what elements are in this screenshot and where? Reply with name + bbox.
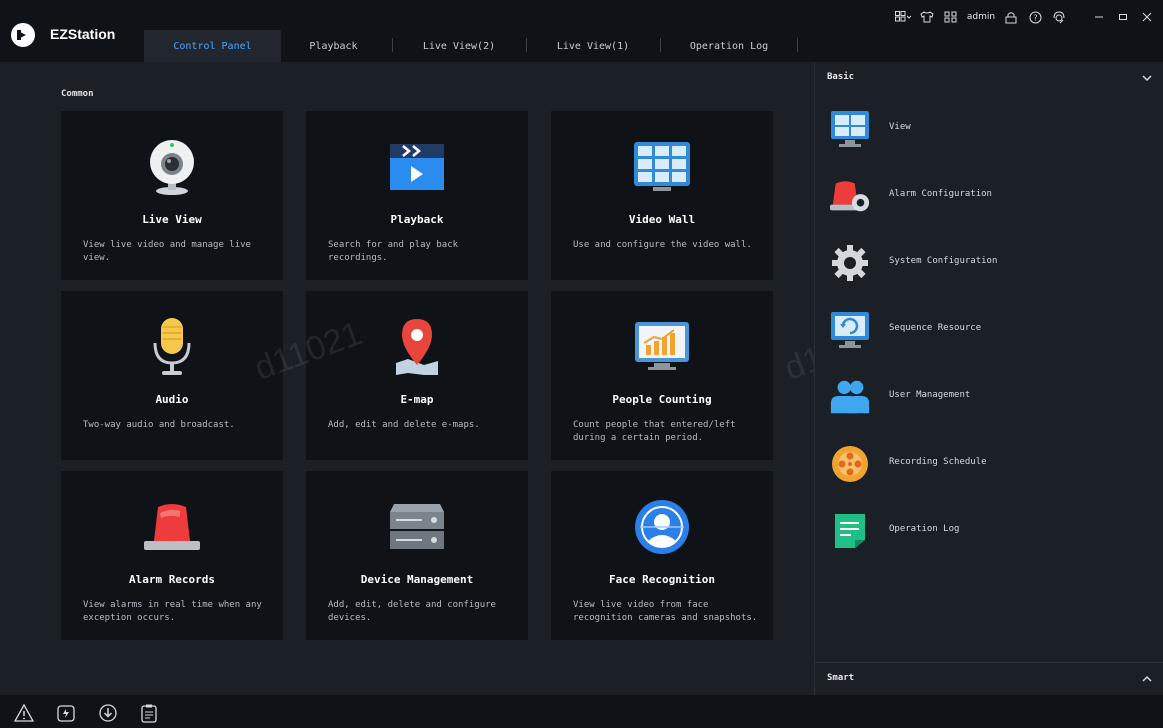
chevron-down-icon[interactable] (1141, 72, 1153, 84)
basic-item-view[interactable]: View (815, 100, 1163, 156)
chart-monitor-icon (551, 317, 773, 377)
users-icon (829, 376, 871, 418)
minimize-icon[interactable] (1091, 9, 1107, 25)
tab-playback[interactable]: Playback (281, 30, 386, 62)
view-monitor-icon (829, 108, 871, 150)
card-audio[interactable]: Audio Two-way audio and broadcast. (61, 291, 283, 460)
tab-control-panel[interactable]: Control Panel (144, 30, 281, 62)
basic-item-label: Alarm Configuration (889, 189, 992, 199)
smart-section-title: Smart (827, 673, 855, 683)
app-name: EZStation (50, 26, 116, 42)
card-face-recognition[interactable]: Face Recognition View live video from fa… (551, 471, 773, 640)
card-description: Count people that entered/left during a … (573, 420, 736, 443)
card-title: Device Management (360, 573, 474, 586)
alarm-light-icon (61, 497, 283, 557)
warning-icon[interactable] (14, 703, 34, 723)
card-live-view[interactable]: Live View View live video and manage liv… (61, 111, 283, 280)
close-icon[interactable] (1139, 9, 1155, 25)
tab-operation-log[interactable]: Operation Log (661, 30, 797, 62)
tab-divider (797, 38, 798, 52)
sequence-icon (829, 309, 871, 351)
card-title: Playback (390, 213, 444, 226)
card-title: People Counting (612, 393, 712, 406)
basic-item-system-configuration[interactable]: System Configuration (815, 234, 1163, 290)
card-video-wall[interactable]: Video Wall Use and configure the video w… (551, 111, 773, 280)
title-bar: EZStation Control Panel Playback Live Vi… (0, 0, 1163, 62)
status-bar (0, 695, 1163, 728)
basic-item-label: User Management (889, 390, 971, 400)
common-section-title: Common (61, 89, 94, 99)
card-description: Add, edit, delete and configure devices. (328, 600, 496, 623)
card-description: Two-way audio and broadcast. (83, 420, 235, 430)
control-panel: Common Live View View live video and man… (8, 62, 897, 695)
alarm-config-icon (829, 175, 871, 217)
server-icon (306, 497, 528, 557)
webcam-icon (61, 137, 283, 197)
basic-item-operation-log[interactable]: Operation Log (815, 502, 1163, 558)
basic-item-sequence-resource[interactable]: Sequence Resource (815, 301, 1163, 357)
card-title: Alarm Records (128, 573, 216, 586)
basic-item-label: View (889, 122, 911, 132)
tab-live-view-1[interactable]: Live View(1) (527, 30, 659, 62)
ezstation-logo-icon (11, 23, 35, 47)
user-label[interactable]: admin (967, 9, 995, 25)
video-wall-icon (551, 137, 773, 197)
basic-item-label: Sequence Resource (889, 323, 982, 333)
basic-item-alarm-configuration[interactable]: Alarm Configuration (815, 167, 1163, 223)
basic-item-label: Recording Schedule (889, 457, 987, 467)
card-description: Use and configure the video wall. (573, 240, 752, 250)
card-description: Search for and play back recordings. (328, 240, 459, 263)
support-icon[interactable] (1051, 9, 1067, 25)
layout-icon[interactable] (895, 9, 911, 25)
skin-icon[interactable] (919, 9, 935, 25)
card-title: Live View (142, 213, 202, 226)
grid-icon[interactable] (943, 9, 959, 25)
basic-item-recording-schedule[interactable]: Recording Schedule (815, 435, 1163, 491)
face-icon (551, 497, 773, 557)
help-icon[interactable]: ? (1027, 9, 1043, 25)
gear-icon (829, 242, 871, 284)
card-device-management[interactable]: Device Management Add, edit, delete and … (306, 471, 528, 640)
film-reel-icon (829, 443, 871, 485)
card-title: Audio (155, 393, 189, 406)
map-pin-icon (306, 317, 528, 377)
card-description: Add, edit and delete e-maps. (328, 420, 480, 430)
basic-section-title: Basic (827, 72, 855, 82)
maximize-icon[interactable] (1115, 9, 1131, 25)
card-description: View alarms in real time when any except… (83, 600, 262, 623)
basic-item-user-management[interactable]: User Management (815, 368, 1163, 424)
card-description: View live video from face recognition ca… (573, 600, 758, 623)
download-icon[interactable] (98, 703, 118, 723)
card-description: View live video and manage live view. (83, 240, 251, 263)
basic-item-label: Operation Log (889, 524, 960, 534)
document-icon (829, 510, 871, 552)
clipboard-icon[interactable] (139, 703, 159, 723)
playback-icon (306, 137, 528, 197)
upgrade-icon[interactable] (56, 703, 76, 723)
lock-icon[interactable] (1003, 9, 1019, 25)
chevron-up-icon[interactable] (1141, 673, 1153, 685)
card-e-map[interactable]: E-map Add, edit and delete e-maps. (306, 291, 528, 460)
card-title: Face Recognition (609, 573, 715, 586)
right-panel: Basic View Alarm Configuration System Co… (814, 62, 1163, 695)
tab-live-view-2[interactable]: Live View(2) (393, 30, 525, 62)
svg-text:?: ? (1033, 13, 1037, 22)
card-playback[interactable]: Playback Search for and play back record… (306, 111, 528, 280)
basic-item-label: System Configuration (889, 256, 998, 266)
microphone-icon (61, 317, 283, 377)
window-controls: admin ? (895, 8, 1155, 26)
card-people-counting[interactable]: People Counting Count people that entere… (551, 291, 773, 460)
divider (815, 662, 1163, 663)
card-title: Video Wall (628, 213, 696, 226)
card-alarm-records[interactable]: Alarm Records View alarms in real time w… (61, 471, 283, 640)
card-title: E-map (400, 393, 434, 406)
